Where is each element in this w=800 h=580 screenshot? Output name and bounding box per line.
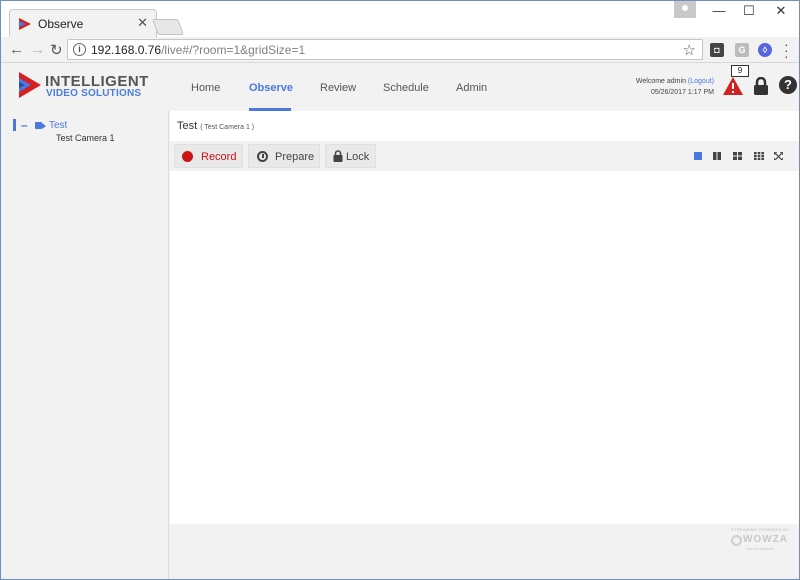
lock-button[interactable]: Lock bbox=[325, 144, 376, 168]
record-dot-icon bbox=[182, 151, 193, 162]
wowza-brand: WOWZA bbox=[743, 534, 788, 545]
minimize-button[interactable]: — bbox=[704, 3, 734, 19]
site-info-icon[interactable]: i bbox=[73, 43, 86, 56]
logo-icon bbox=[19, 72, 41, 98]
grid-1-icon[interactable] bbox=[694, 152, 702, 160]
url-text: 192.168.0.76/live#/?room=1&gridSize=1 bbox=[91, 43, 305, 57]
bookmark-star-icon[interactable]: ☆ bbox=[683, 41, 696, 59]
tree-selection-marker bbox=[13, 119, 16, 131]
current-datetime: 05/26/2017 1:17 PM bbox=[650, 89, 714, 96]
video-camera-icon bbox=[35, 122, 46, 129]
browser-menu-icon[interactable]: · · · bbox=[784, 37, 789, 63]
room-subtitle: ( Test Camera 1 ) bbox=[200, 124, 255, 131]
room-header: Test( Test Camera 1 ) bbox=[170, 111, 799, 141]
help-icon[interactable]: ? bbox=[779, 76, 797, 94]
room-name: Test bbox=[177, 120, 198, 132]
welcome-block: Welcome admin (Logout) 05/26/2017 1:17 P… bbox=[561, 76, 714, 98]
alert-count-badge: 9 bbox=[731, 65, 749, 77]
logout-link[interactable]: (Logout) bbox=[688, 78, 714, 85]
maximize-button[interactable]: ☐ bbox=[734, 3, 764, 19]
lock-label: Lock bbox=[346, 151, 370, 163]
collapse-icon[interactable]: – bbox=[21, 118, 28, 132]
wowza-tagline: media systems bbox=[747, 546, 774, 551]
welcome-text: Welcome admin bbox=[635, 78, 688, 85]
nav-admin[interactable]: Admin bbox=[456, 82, 487, 94]
back-arrow-icon[interactable]: ← bbox=[9, 41, 24, 58]
sidebar-camera-item[interactable]: Test Camera 1 bbox=[56, 133, 115, 143]
title-bar: Observe ✕ — ☐ ✕ bbox=[1, 1, 799, 37]
nav-home[interactable]: Home bbox=[191, 82, 220, 94]
clock-icon bbox=[257, 151, 268, 162]
nav-review[interactable]: Review bbox=[320, 82, 356, 94]
video-viewport[interactable] bbox=[170, 171, 799, 524]
room-title: Test( Test Camera 1 ) bbox=[177, 120, 254, 132]
forward-arrow-icon[interactable]: → bbox=[30, 41, 45, 58]
browser-toolbar: ← → ↻ i 192.168.0.76/live#/?room=1&gridS… bbox=[1, 37, 799, 63]
url-path: /live#/?room=1&gridSize=1 bbox=[161, 43, 306, 57]
grid-4-icon[interactable] bbox=[733, 152, 742, 160]
prepare-label: Prepare bbox=[275, 151, 315, 163]
control-bar: Record Prepare Lock bbox=[170, 141, 799, 171]
new-tab-button[interactable] bbox=[152, 19, 184, 35]
sidebar-room-test[interactable]: Test bbox=[49, 120, 67, 131]
close-window-button[interactable]: ✕ bbox=[766, 3, 796, 19]
nav-observe[interactable]: Observe bbox=[249, 82, 293, 94]
padlock-icon bbox=[333, 150, 343, 162]
prepare-button[interactable]: Prepare bbox=[248, 144, 320, 168]
reload-icon[interactable]: ↻ bbox=[50, 41, 63, 59]
browser-tab[interactable]: Observe ✕ bbox=[9, 9, 157, 37]
powered-by-text: STREAMING POWERED BY bbox=[731, 527, 790, 532]
tab-close-icon[interactable]: ✕ bbox=[137, 15, 148, 31]
extension-pocket-icon[interactable]: ◘ bbox=[710, 43, 724, 57]
nav-schedule[interactable]: Schedule bbox=[383, 82, 429, 94]
wowza-circle-icon bbox=[731, 535, 742, 546]
record-button[interactable]: Record bbox=[174, 144, 243, 168]
app-header: INTELLIGENT VIDEO SOLUTIONS Home Observe… bbox=[1, 63, 799, 111]
alert-warning-icon[interactable] bbox=[722, 76, 744, 96]
address-bar[interactable]: i 192.168.0.76/live#/?room=1&gridSize=1 … bbox=[67, 39, 703, 60]
app-favicon-icon bbox=[19, 18, 31, 30]
wowza-logo: STREAMING POWERED BY WOWZA media systems bbox=[729, 527, 789, 555]
sidebar: – Test Test Camera 1 bbox=[1, 111, 169, 579]
browser-window: Observe ✕ — ☐ ✕ ← → ↻ i 192.168.0.76/liv… bbox=[0, 0, 800, 580]
url-host: 192.168.0.76 bbox=[91, 43, 162, 57]
logo-text-secondary: VIDEO SOLUTIONS bbox=[46, 88, 142, 99]
user-profile-icon[interactable] bbox=[674, 1, 696, 18]
lock-icon[interactable] bbox=[753, 77, 769, 95]
tab-title: Observe bbox=[38, 17, 84, 31]
grid-9-icon[interactable] bbox=[754, 152, 764, 160]
extension-shield-icon[interactable]: ◊ bbox=[758, 43, 772, 57]
record-label: Record bbox=[201, 151, 237, 163]
fullscreen-icon[interactable] bbox=[774, 152, 783, 160]
extension-grammarly-icon[interactable]: G bbox=[735, 43, 749, 57]
grid-2-icon[interactable] bbox=[713, 152, 721, 160]
